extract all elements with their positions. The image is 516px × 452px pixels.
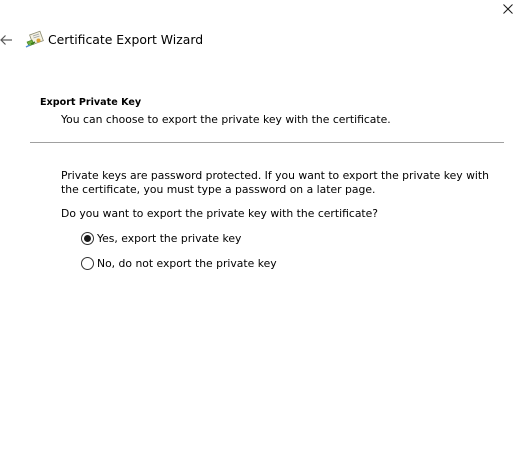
certificate-export-wizard-window: Certificate Export Wizard Export Private…	[0, 0, 516, 452]
info-text: Private keys are password protected. If …	[61, 169, 489, 196]
radio-export-private-key-yes[interactable]: Yes, export the private key	[81, 230, 241, 246]
radio-selected-dot	[84, 234, 91, 242]
radio-button-selected[interactable]	[81, 231, 94, 245]
radio-button-unselected[interactable]	[81, 256, 94, 270]
radio-label-yes[interactable]: Yes, export the private key	[97, 231, 241, 246]
certificate-wizard-icon	[25, 30, 44, 49]
radio-export-private-key-no[interactable]: No, do not export the private key	[81, 255, 277, 271]
close-icon	[503, 4, 513, 14]
radio-label-no[interactable]: No, do not export the private key	[97, 256, 277, 271]
section-heading: Export Private Key	[40, 97, 142, 108]
back-button[interactable]	[0, 31, 14, 49]
close-button[interactable]	[500, 1, 516, 17]
header-divider	[30, 142, 504, 143]
wizard-title: Certificate Export Wizard	[48, 32, 204, 47]
section-subheading: You can choose to export the private key…	[61, 113, 391, 126]
back-arrow-icon	[0, 35, 12, 45]
question-text: Do you want to export the private key wi…	[61, 207, 379, 220]
